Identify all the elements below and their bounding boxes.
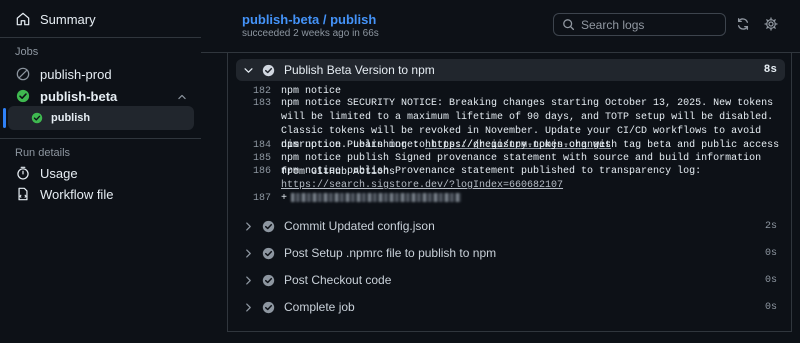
line-number[interactable]: 184 (250, 139, 271, 153)
line-number[interactable]: 187 (250, 192, 271, 206)
search-icon (562, 18, 575, 31)
line-text-part: + (281, 193, 288, 204)
job-label: publish-beta (40, 88, 118, 104)
divider (0, 138, 201, 139)
line-number[interactable]: 183 (250, 97, 271, 111)
line-number[interactable]: 185 (250, 152, 271, 166)
job-label: publish-prod (40, 66, 112, 82)
run-details-section-label: Run details (15, 147, 71, 159)
step-row[interactable]: Post Setup .npmrc file to publish to npm… (236, 242, 785, 264)
chevron-right-icon (242, 247, 254, 259)
step-duration: 0s (764, 247, 777, 259)
jobs-section-label: Jobs (15, 46, 39, 58)
line-text: + (281, 192, 781, 206)
chevron-right-icon (242, 274, 254, 286)
run-title-link[interactable]: publish-beta / publish (242, 12, 376, 27)
refresh-icon (736, 17, 750, 31)
line-text: npm notice publish Provenance statement … (281, 165, 781, 193)
home-icon (15, 11, 31, 27)
step-title: Post Checkout code (284, 273, 392, 287)
chevron-down-icon (242, 64, 254, 76)
chevron-up-icon[interactable] (177, 90, 187, 105)
step-row[interactable]: Commit Updated config.json 2s (236, 215, 785, 237)
skipped-icon (15, 66, 31, 82)
step-title: Complete job (284, 300, 355, 314)
check-circle-icon (262, 274, 275, 287)
line-text-part: npm notice Publishing to (281, 140, 432, 151)
line-text-part: npm notice publish Provenance statement … (281, 166, 708, 177)
stopwatch-icon (15, 165, 31, 181)
sigstore-link[interactable]: https://search.sigstore.dev/?logIndex=66… (281, 180, 563, 191)
selected-indicator (3, 108, 6, 128)
summary-label: Summary (40, 11, 96, 27)
line-number[interactable]: 186 (250, 165, 271, 179)
chevron-right-icon (242, 220, 254, 232)
step-expanded[interactable]: Publish Beta Version to npm 8s (236, 59, 785, 81)
step-duration: 2s (764, 220, 777, 232)
file-icon (15, 186, 31, 202)
chevron-right-icon (242, 301, 254, 313)
step-label: publish (51, 112, 91, 124)
step-row[interactable]: Post Checkout code 0s (236, 269, 785, 291)
check-circle-icon (262, 247, 275, 260)
step-duration: 0s (764, 274, 777, 286)
gear-icon (764, 17, 778, 31)
summary-link[interactable]: Summary (15, 6, 96, 32)
sidebar: Summary Jobs publish-prod publish-beta p… (0, 0, 201, 343)
step-row[interactable]: Complete job 0s (236, 296, 785, 318)
npm-registry-link[interactable]: https://registry.npmjs.org (431, 140, 587, 151)
line-text: npm notice Publishing to https://registr… (281, 139, 781, 153)
workflow-file-label: Workflow file (40, 186, 114, 202)
step-title: Publish Beta Version to npm (284, 63, 435, 77)
refresh-button[interactable] (735, 16, 751, 32)
step-publish[interactable]: publish (8, 106, 194, 130)
step-duration: 0s (764, 301, 777, 313)
step-title: Commit Updated config.json (284, 219, 435, 233)
search-input[interactable] (581, 17, 721, 32)
check-circle-icon (262, 64, 275, 77)
usage-label: Usage (40, 165, 78, 181)
step-duration: 8s (763, 64, 777, 76)
check-circle-icon (262, 220, 275, 233)
redacted-text (291, 192, 462, 202)
check-circle-icon (262, 301, 275, 314)
divider (0, 37, 201, 38)
success-icon (31, 112, 43, 124)
success-icon (15, 88, 31, 104)
run-subtitle: succeeded 2 weeks ago in 66s (242, 28, 379, 39)
workflow-file-link[interactable]: Workflow file (15, 181, 113, 207)
step-title: Post Setup .npmrc file to publish to npm (284, 246, 497, 260)
search-logs[interactable] (553, 13, 726, 36)
line-text-part: with tag beta and public access (587, 140, 780, 151)
settings-button[interactable] (763, 16, 779, 32)
